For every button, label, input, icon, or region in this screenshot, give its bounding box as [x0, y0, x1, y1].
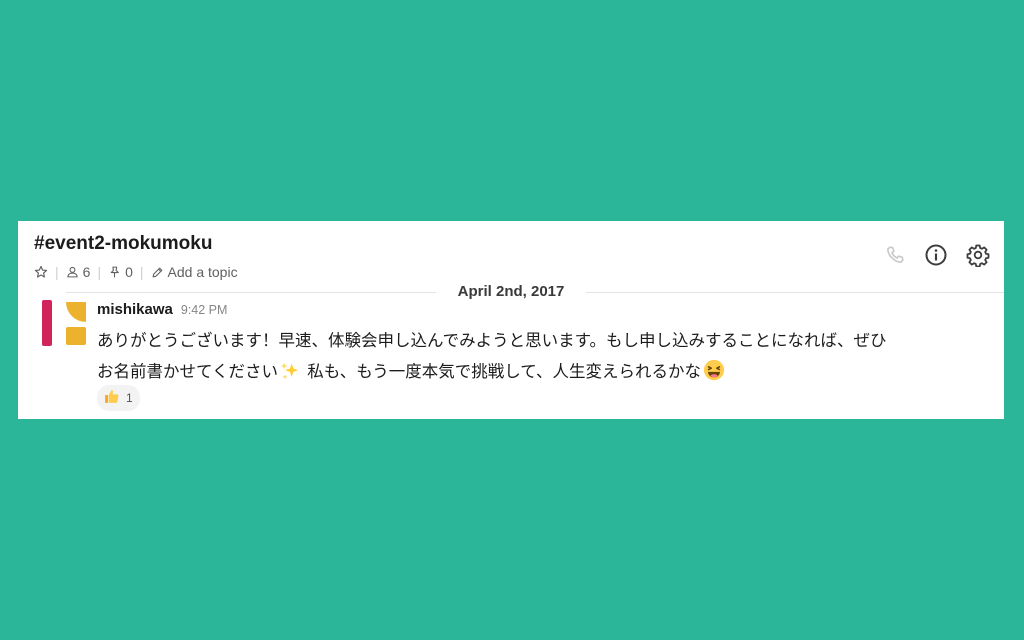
header-actions [884, 243, 990, 271]
message-author[interactable]: mishikawa [97, 301, 173, 318]
message-line-2: お名前書かせてください 私も、もう一度本気で挑戦して、人生変えられるかな [97, 356, 997, 391]
pencil-icon [151, 266, 164, 279]
add-topic-label: Add a topic [167, 264, 238, 280]
message-body: ありがとうございます！早速、体験会申し込んでみようと思います。もし申し込みするこ… [97, 325, 997, 391]
members-count-button[interactable]: 6 [66, 264, 91, 280]
message-text-segment: お名前書かせてください [97, 362, 279, 381]
phone-icon[interactable] [884, 244, 906, 270]
members-count: 6 [82, 264, 91, 280]
gear-icon[interactable] [966, 243, 990, 271]
reaction-pill[interactable]: 1 [97, 385, 140, 411]
thumbs-up-emoji [103, 388, 120, 408]
star-icon[interactable] [34, 265, 48, 279]
meta-separator: | [97, 264, 102, 280]
message-line-1: ありがとうございます！早速、体験会申し込んでみようと思います。もし申し込みするこ… [97, 331, 887, 350]
reaction-count: 1 [126, 391, 133, 405]
meta-separator: | [55, 264, 59, 280]
message-text-segment: 私も、もう一度本気で挑戦して、人生変えられるかな [302, 362, 701, 381]
pinned-count: 0 [125, 264, 133, 280]
sparkles-emoji [280, 360, 300, 391]
meta-separator: | [139, 264, 144, 280]
pin-icon [108, 265, 121, 279]
channel-panel: #event2-mokumoku | 6 | 0 | Add a topic A… [18, 221, 1004, 419]
message-timestamp[interactable]: 9:42 PM [181, 303, 228, 317]
info-icon[interactable] [924, 243, 948, 271]
pinned-count-button[interactable]: 0 [108, 264, 133, 280]
message-header: mishikawa 9:42 PM [97, 301, 227, 318]
laughing-emoji [703, 359, 725, 391]
avatar[interactable] [42, 300, 88, 346]
date-divider-label[interactable]: April 2nd, 2017 [436, 281, 586, 303]
channel-title[interactable]: #event2-mokumoku [34, 233, 212, 255]
add-topic-button[interactable]: Add a topic [151, 264, 238, 280]
channel-meta: | 6 | 0 | Add a topic [34, 262, 238, 282]
person-icon [66, 265, 79, 279]
